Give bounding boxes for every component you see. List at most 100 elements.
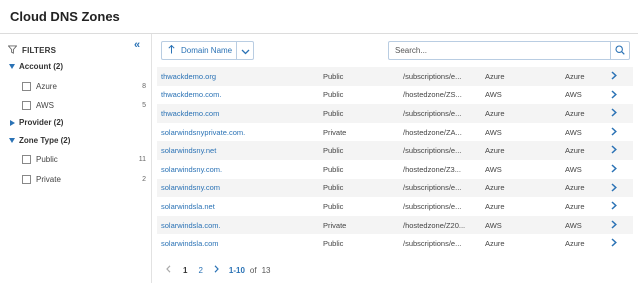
zone-type: AWS bbox=[565, 164, 582, 174]
prev-page-icon[interactable] bbox=[166, 265, 171, 275]
zone-provider: AWS bbox=[485, 127, 502, 137]
table-row[interactable]: solarwindsny.net Public /subscriptions/e… bbox=[157, 141, 633, 160]
chevron-right-icon[interactable] bbox=[611, 127, 617, 138]
double-chevron-left-icon[interactable]: « bbox=[134, 39, 140, 51]
expand-down-icon bbox=[9, 64, 15, 69]
zone-type: Azure bbox=[565, 201, 585, 211]
zone-type: Azure bbox=[565, 239, 585, 249]
zone-type: AWS bbox=[565, 220, 582, 230]
filter-group-zone-type[interactable]: Zone Type (2) bbox=[9, 136, 70, 145]
filter-option-count: 8 bbox=[142, 83, 146, 90]
chevron-right-icon[interactable] bbox=[611, 164, 617, 175]
zone-provider: Azure bbox=[485, 201, 505, 211]
checkbox[interactable] bbox=[22, 82, 31, 91]
chevron-right-icon[interactable] bbox=[611, 183, 617, 194]
table-row[interactable]: solarwindsny.com Public /subscriptions/e… bbox=[157, 178, 633, 198]
filter-group-label: Account (2) bbox=[19, 62, 63, 71]
chevron-right-icon[interactable] bbox=[611, 238, 617, 249]
sort-button[interactable]: Domain Name bbox=[162, 42, 237, 59]
expand-down-icon bbox=[9, 138, 15, 143]
table-row[interactable]: solarwindsla.com Public /subscriptions/e… bbox=[157, 234, 633, 253]
chevron-right-icon[interactable] bbox=[611, 220, 617, 231]
zone-name-link[interactable]: solarwindsny.net bbox=[161, 146, 216, 155]
table-row[interactable]: thwackdemo.com Public /subscriptions/e..… bbox=[157, 104, 633, 123]
zone-visibility: Public bbox=[323, 183, 344, 193]
filters-header: FILTERS bbox=[7, 41, 57, 59]
zone-provider: Azure bbox=[485, 108, 505, 118]
chevron-right-icon[interactable] bbox=[611, 71, 617, 82]
filter-group-label: Zone Type (2) bbox=[19, 136, 71, 145]
zone-name-link[interactable]: solarwindsla.net bbox=[161, 202, 215, 211]
table-row[interactable]: solarwindsla.com. Private /hostedzone/Z2… bbox=[157, 215, 633, 235]
table-row[interactable]: thwackdemo.com. Public /hostedzone/ZS...… bbox=[157, 86, 633, 105]
filters-label: FILTERS bbox=[22, 45, 57, 55]
zone-name-link[interactable]: solarwindsla.com bbox=[161, 239, 219, 248]
zone-provider: Azure bbox=[485, 183, 505, 193]
checkbox[interactable] bbox=[22, 155, 31, 164]
filter-option-label: Public bbox=[36, 155, 58, 164]
page-link-1[interactable]: 1 bbox=[183, 266, 187, 275]
zone-name-link[interactable]: solarwindsla.com. bbox=[161, 221, 221, 230]
table-row[interactable]: solarwindsnyprivate.com. Private /hosted… bbox=[157, 123, 633, 142]
checkbox[interactable] bbox=[22, 175, 31, 184]
zone-visibility: Public bbox=[323, 146, 344, 156]
page-link-2[interactable]: 2 bbox=[198, 266, 202, 275]
filter-option-private[interactable]: Private 2 bbox=[22, 175, 146, 184]
chevron-right-icon[interactable] bbox=[611, 201, 617, 212]
zone-provider: Azure bbox=[485, 146, 505, 156]
table-row[interactable]: thwackdemo.org Public /subscriptions/e..… bbox=[157, 67, 633, 86]
zones-table: thwackdemo.org Public /subscriptions/e..… bbox=[157, 67, 633, 253]
page-of-label: of bbox=[249, 265, 257, 275]
zone-type: Azure bbox=[565, 108, 585, 118]
zone-name-link[interactable]: solarwindsny.com. bbox=[161, 165, 222, 174]
next-page-icon[interactable] bbox=[214, 265, 219, 275]
filter-option-public[interactable]: Public 11 bbox=[22, 155, 146, 164]
chevron-right-icon[interactable] bbox=[611, 145, 617, 156]
search-button[interactable] bbox=[610, 42, 629, 59]
zone-name-link[interactable]: thwackdemo.com. bbox=[161, 90, 221, 99]
zone-visibility: Public bbox=[323, 239, 344, 249]
zone-type: Azure bbox=[565, 71, 585, 81]
chevron-down-icon bbox=[241, 42, 250, 60]
filter-group-account[interactable]: Account (2) bbox=[9, 62, 63, 71]
zone-name-link[interactable]: solarwindsny.com bbox=[161, 183, 220, 192]
total-count: 13 bbox=[261, 265, 271, 275]
zone-name-link[interactable]: thwackdemo.com bbox=[161, 109, 219, 118]
zone-type: AWS bbox=[565, 127, 582, 137]
filters-sidebar: FILTERS « Account (2) Azure 8 AWS 5 Prov… bbox=[0, 34, 152, 283]
zone-resource-path: /subscriptions/e... bbox=[403, 108, 462, 118]
zone-resource-path: /hostedzone/Z3... bbox=[403, 164, 461, 174]
checkbox[interactable] bbox=[22, 101, 31, 110]
zone-provider: AWS bbox=[485, 164, 502, 174]
pagination: 1 2 1-10 of 13 bbox=[166, 265, 271, 275]
search-input[interactable] bbox=[389, 43, 605, 58]
filter-option-label: Private bbox=[36, 175, 61, 184]
zone-resource-path: /subscriptions/e... bbox=[403, 146, 462, 156]
search-box bbox=[388, 41, 630, 60]
zone-visibility: Private bbox=[323, 220, 347, 230]
zone-visibility: Public bbox=[323, 90, 344, 100]
table-row[interactable]: solarwindsny.com. Public /hostedzone/Z3.… bbox=[157, 160, 633, 179]
search-icon bbox=[615, 42, 625, 60]
zone-name-link[interactable]: solarwindsnyprivate.com. bbox=[161, 128, 245, 137]
filter-option-count: 11 bbox=[138, 156, 146, 163]
expand-right-icon bbox=[10, 119, 15, 126]
filter-option-aws[interactable]: AWS 5 bbox=[22, 101, 146, 110]
zone-name-link[interactable]: thwackdemo.org bbox=[161, 72, 216, 81]
zone-resource-path: /subscriptions/e... bbox=[403, 183, 462, 193]
zone-resource-path: /subscriptions/e... bbox=[403, 239, 462, 249]
zone-resource-path: /subscriptions/e... bbox=[403, 71, 462, 81]
filter-group-provider[interactable]: Provider (2) bbox=[9, 118, 63, 127]
filter-option-count: 5 bbox=[142, 102, 146, 109]
filter-option-azure[interactable]: Azure 8 bbox=[22, 82, 146, 91]
zone-visibility: Public bbox=[323, 71, 344, 81]
page-title: Cloud DNS Zones bbox=[10, 9, 120, 24]
zone-visibility: Private bbox=[323, 127, 347, 137]
zone-visibility: Public bbox=[323, 164, 344, 174]
chevron-right-icon[interactable] bbox=[611, 90, 617, 101]
sort-dropdown-button[interactable] bbox=[237, 42, 253, 59]
table-row[interactable]: solarwindsla.net Public /subscriptions/e… bbox=[157, 197, 633, 216]
chevron-right-icon[interactable] bbox=[611, 108, 617, 119]
zone-provider: AWS bbox=[485, 220, 502, 230]
zone-resource-path: /hostedzone/Z20... bbox=[403, 220, 466, 230]
